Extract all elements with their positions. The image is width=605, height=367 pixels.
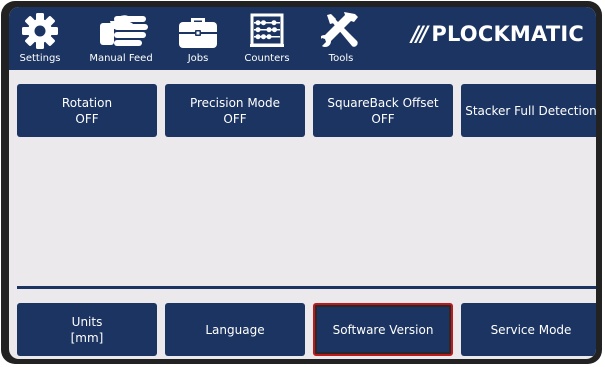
language-button[interactable]: Language — [165, 303, 305, 356]
abacus-icon — [250, 13, 284, 47]
button-value: [mm] — [70, 330, 104, 345]
stacker-full-detection-button[interactable]: Stacker Full Detection — [461, 84, 596, 137]
button-title: SquareBack Offset — [327, 95, 439, 110]
nav-label: Tools — [328, 53, 354, 64]
button-title: Service Mode — [490, 322, 572, 337]
device-frame: Settings Manual Feed Jobs Counters Tools… — [1, 1, 602, 364]
squareback-offset-button[interactable]: SquareBack Offset OFF — [313, 84, 453, 137]
button-value: OFF — [371, 111, 395, 126]
nav-manual-feed[interactable]: Manual Feed — [79, 7, 163, 70]
plockmatic-logo: /// PLOCKMATIC — [411, 22, 584, 46]
nav-label: Manual Feed — [89, 53, 153, 64]
units-button[interactable]: Units [mm] — [17, 303, 157, 356]
nav-label: Jobs — [187, 53, 209, 64]
button-title: Software Version — [332, 322, 434, 337]
section-divider — [17, 286, 596, 289]
nav-label: Settings — [19, 53, 61, 64]
button-title: Language — [205, 322, 265, 337]
top-navigation-bar: Settings Manual Feed Jobs Counters Tools… — [9, 7, 596, 70]
button-title: Units — [71, 314, 103, 329]
gear-icon — [22, 13, 58, 49]
button-value: OFF — [75, 111, 99, 126]
software-version-button[interactable]: Software Version — [313, 303, 453, 356]
button-value: OFF — [223, 111, 247, 126]
logo-text: PLOCKMATIC — [431, 22, 584, 46]
hand-icon — [100, 15, 148, 46]
nav-label: Counters — [244, 53, 290, 64]
wrench-screwdriver-icon — [321, 12, 358, 47]
precision-mode-button[interactable]: Precision Mode OFF — [165, 84, 305, 137]
touch-screen: Settings Manual Feed Jobs Counters Tools… — [9, 7, 596, 359]
nav-tools[interactable]: Tools — [313, 7, 369, 70]
rotation-button[interactable]: Rotation OFF — [17, 84, 157, 137]
logo-slashes: /// — [411, 22, 428, 46]
button-title: Rotation — [61, 95, 113, 110]
button-title: Precision Mode — [189, 95, 281, 110]
briefcase-icon — [179, 18, 217, 48]
service-mode-button[interactable]: Service Mode — [461, 303, 596, 356]
button-title: Stacker Full Detection — [465, 103, 596, 118]
nav-jobs[interactable]: Jobs — [175, 7, 221, 70]
nav-counters[interactable]: Counters — [239, 7, 295, 70]
nav-settings[interactable]: Settings — [15, 7, 65, 70]
